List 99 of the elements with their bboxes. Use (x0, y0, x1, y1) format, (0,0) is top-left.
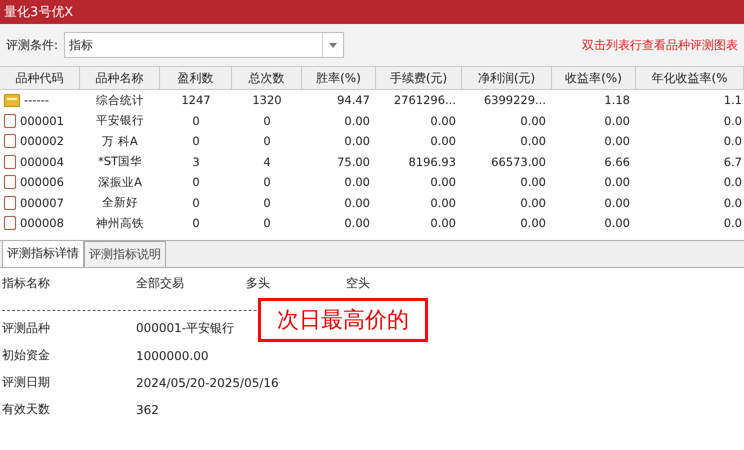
table-cell: 2761296... (394, 93, 456, 108)
column-header[interactable]: 品种名称 (80, 66, 160, 90)
column-header[interactable]: 手续费(元) (376, 66, 462, 90)
table-cell: 0.00 (604, 114, 630, 128)
table-cell: 1.18 (604, 93, 630, 108)
table-cell: 0.00 (430, 134, 456, 148)
table-cell: 神州高铁 (96, 216, 144, 230)
document-icon (4, 134, 16, 148)
table-cell: 1320 (252, 93, 282, 108)
table-cell: 0.0 (724, 175, 742, 190)
table-cell: 0.0 (724, 196, 742, 210)
table-cell: 66573.00 (491, 154, 546, 169)
table-cell: 0.00 (520, 114, 546, 128)
table-cell: 94.47 (337, 93, 370, 108)
table-cell: 6399229... (484, 93, 546, 108)
table-cell: 3 (192, 154, 200, 169)
table-cell: *ST国华 (98, 154, 142, 168)
detail-label: 评测日期 (2, 374, 51, 391)
folder-icon (4, 94, 20, 107)
table-cell: 0.00 (430, 114, 456, 128)
table-cell: 0.00 (344, 216, 370, 230)
table-cell: 000001 (20, 114, 64, 128)
document-icon (4, 175, 16, 190)
criteria-label: 评测条件: (6, 36, 58, 54)
column-header[interactable]: 品种代码 (0, 66, 80, 90)
detail-column-header: 指标名称 (2, 274, 51, 292)
table-cell: 000004 (20, 154, 64, 169)
table-cell: 000006 (20, 175, 64, 190)
detail-column-header: 空头 (346, 274, 370, 292)
detail-column-header: 全部交易 (136, 274, 185, 292)
table-cell: 0 (192, 134, 200, 148)
table-cell: 1247 (181, 93, 211, 108)
detail-value: 1000000.00 (136, 348, 210, 362)
table-cell: 0.00 (520, 196, 546, 210)
table-cell: 0 (263, 175, 271, 190)
table-cell: 0 (192, 196, 200, 210)
tab[interactable]: 评测指标说明 (84, 241, 166, 267)
column-header[interactable]: 年化收益率(% (636, 66, 744, 90)
table-cell: 0.00 (604, 216, 630, 230)
table-cell: ------ (24, 93, 49, 108)
criteria-dropdown[interactable]: 指标 (64, 32, 344, 58)
table-cell: 0 (263, 216, 271, 230)
table-cell: 000002 (20, 134, 64, 148)
column-header[interactable]: 净利润(元) (462, 66, 552, 90)
table-cell: 0 (192, 175, 200, 190)
column-header[interactable]: 总次数 (232, 66, 302, 90)
table-cell: 0.0 (724, 216, 742, 230)
table-cell: 000008 (20, 216, 64, 230)
table-cell: 6.66 (604, 154, 630, 169)
table-cell: 深振业A (98, 174, 142, 189)
table-cell: 0 (263, 114, 271, 128)
column-header[interactable]: 胜率(%) (302, 66, 376, 90)
document-icon (4, 154, 16, 169)
document-icon (4, 114, 16, 128)
detail-label: 有效天数 (2, 401, 51, 418)
table-cell: 0 (192, 114, 200, 128)
table-cell: 0.00 (344, 134, 370, 148)
caret-icon (329, 42, 338, 48)
table-cell: 1.1 (724, 93, 742, 108)
table-cell: 0.00 (604, 134, 630, 148)
tab[interactable]: 评测指标详情 (2, 240, 84, 267)
table-cell: 全新好 (102, 195, 138, 210)
table-cell: 0.00 (520, 175, 546, 190)
table-cell: 0.00 (604, 196, 630, 210)
table-cell: 0.00 (430, 175, 456, 190)
detail-label: 评测品种 (2, 320, 51, 337)
table-cell: 0.00 (344, 114, 370, 128)
table-cell: 0.00 (430, 196, 456, 210)
table-cell: 0.00 (430, 216, 456, 230)
column-header[interactable]: 收益率(%) (552, 66, 636, 90)
table-cell: 6.7 (724, 154, 742, 169)
detail-column-header: 多头 (246, 274, 271, 292)
table-cell: 8196.93 (408, 154, 456, 169)
annotation-box: 次日最高价的 (258, 298, 428, 342)
table-cell: 000007 (20, 196, 64, 210)
table-cell: 0.0 (724, 134, 742, 148)
detail-label: 初始资金 (2, 347, 51, 364)
table-cell: 万 科A (102, 134, 138, 148)
detail-value: 362 (136, 402, 160, 416)
table-cell: 0.00 (344, 196, 370, 210)
table-cell: 0 (263, 134, 271, 148)
column-header[interactable]: 盈利数 (160, 66, 232, 90)
table-cell: 0.00 (344, 175, 370, 190)
document-icon (4, 196, 16, 210)
table-cell: 75.00 (337, 154, 370, 169)
window-title: 量化3号优X (4, 4, 74, 21)
table-cell: 综合统计 (96, 92, 144, 107)
table-cell: 0.00 (604, 175, 630, 190)
table-cell: 平安银行 (96, 113, 144, 128)
detail-value: 000001-平安银行 (136, 320, 236, 337)
table-cell: 0.0 (724, 114, 742, 128)
document-icon (4, 216, 16, 230)
table-cell: 0.00 (520, 216, 546, 230)
detail-value: 2024/05/20-2025/05/16 (136, 376, 279, 390)
table-cell: 0 (263, 196, 271, 210)
table-cell: 4 (263, 154, 271, 169)
table-cell: 0 (192, 216, 200, 230)
table-cell: 0.00 (520, 134, 546, 148)
hint-text: 双击列表行查看品种评测图表 (582, 36, 738, 54)
